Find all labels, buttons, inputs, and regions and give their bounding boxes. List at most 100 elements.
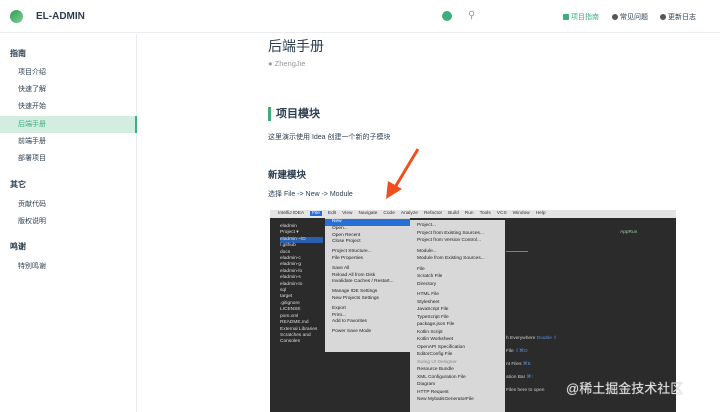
palette-icon[interactable] xyxy=(442,11,452,21)
new-menu-item: Project from Version Control... xyxy=(417,238,481,243)
new-menu-item: Module... xyxy=(417,248,437,254)
sidebar-group-thanks[interactable]: 鸣谢 xyxy=(10,241,26,252)
file-menu-item: New xyxy=(325,219,410,226)
ide-menu-item: Code xyxy=(383,211,395,216)
logo-icon[interactable] xyxy=(10,10,23,23)
new-menu-item: Resource Bundle xyxy=(417,367,454,372)
new-menu-item: Scratch File xyxy=(417,274,443,279)
sidebar-group-guide[interactable]: 指南 xyxy=(10,48,26,59)
sidebar-item[interactable]: 项目介绍 xyxy=(0,64,137,81)
hint-shortcut: ⌘↑ xyxy=(526,375,534,380)
ide-menu-item: IntelliJ IDEA xyxy=(278,211,305,216)
project-tree: eladmin Project ▾ eladmin ~/D/.github docs e… xyxy=(270,220,325,346)
hint-text: ation Bar xyxy=(506,375,526,380)
sidebar-item[interactable]: 贡献代码 xyxy=(0,196,137,213)
new-menu-item: OpenAPI Specification xyxy=(417,344,465,350)
tree-item: Scratches and Consoles xyxy=(280,332,311,345)
ide-menu-item: Help xyxy=(535,211,546,216)
hint-text: Files here to open xyxy=(506,388,545,393)
file-menu-item: Open... xyxy=(332,225,348,231)
hint-shortcut: ⇧⌘O xyxy=(515,349,528,354)
ide-menu-item: Navigate xyxy=(358,211,378,216)
tree-item: External Libraries xyxy=(280,326,318,332)
top-navbar: EL-ADMIN ⚲ 项目指南 常见问题 更新日志 xyxy=(0,0,720,33)
hint-text: File xyxy=(506,349,514,354)
ide-menu-item: Analyze xyxy=(400,211,418,216)
sidebar: 指南 项目介绍 快速了解 快速开始 后端手册 前端手册 部署项目 其它 贡献代码… xyxy=(0,34,137,412)
brand-name[interactable]: EL-ADMIN xyxy=(36,11,85,22)
info-icon xyxy=(612,14,618,20)
new-menu-item: New MybatisGeneratorFile xyxy=(417,397,474,402)
new-menu-item: Directory xyxy=(417,281,437,287)
file-menu-item: Project Structure... xyxy=(332,249,372,255)
file-menu-item: Manage IDE Settings xyxy=(332,289,378,295)
subsection-heading: 新建模块 xyxy=(268,170,307,181)
ide-menu-item: File xyxy=(310,211,322,216)
file-menu: New Open... Open Recent Close Project Projec… xyxy=(325,218,410,352)
paragraph: 选择 File -> New -> Module xyxy=(268,191,353,198)
sidebar-group-other[interactable]: 其它 xyxy=(10,179,26,190)
welcome-hint: nt Files ⌘E xyxy=(506,362,531,367)
ide-menu-item: Window xyxy=(512,211,530,216)
ide-menu-item: Refactor xyxy=(423,211,443,216)
file-menu-item: New Projects Settings xyxy=(332,295,379,301)
file-menu-item: Invalidate Caches / Restart... xyxy=(332,279,394,285)
page-title: 后端手册 xyxy=(268,38,324,54)
file-menu-item: Power Save Mode xyxy=(332,329,372,335)
hint-text: h Everywhere xyxy=(506,336,536,341)
new-menu-item: Module from Existing Sources... xyxy=(417,256,485,261)
ide-menu-item: Tools xyxy=(479,211,491,216)
nav-changelog[interactable]: 更新日志 xyxy=(660,12,696,22)
sidebar-item[interactable]: 快速开始 xyxy=(0,98,137,115)
ide-menu-item: Edit xyxy=(327,211,337,216)
file-menu-item: File Properties xyxy=(332,255,363,261)
new-submenu: Project... Project from Existing Sources.… xyxy=(410,220,505,412)
ide-menu-item: View xyxy=(342,211,353,216)
file-menu-item: Add to Favorites xyxy=(332,319,367,325)
new-menu-item: Project from Existing Sources... xyxy=(417,230,484,236)
new-menu-item: Stylesheet xyxy=(417,299,440,305)
sidebar-item-active[interactable]: 后端手册 xyxy=(0,116,137,133)
welcome-hint: Files here to open xyxy=(506,388,544,393)
welcome-hint: h Everywhere Double ⇧ xyxy=(506,336,557,341)
welcome-hint: File ⇧⌘O xyxy=(506,349,528,354)
author: ● ZhengJie xyxy=(268,59,306,68)
file-menu-item: Export xyxy=(332,305,346,311)
sidebar-item[interactable]: 版权说明 xyxy=(0,213,137,230)
watermark: @稀土掘金技术社区 xyxy=(566,381,684,396)
ide-menubar: IntelliJ IDEA File Edit View Navigate Code Ana… xyxy=(270,210,676,218)
new-menu-item: Kotlin Worksheet xyxy=(417,337,454,342)
file-menu-item: Save All xyxy=(332,265,350,271)
run-config: AppRun xyxy=(620,230,638,235)
new-menu-item: HTML File xyxy=(417,292,439,297)
user-icon: ● xyxy=(268,59,273,68)
new-menu-item: Diagram xyxy=(417,382,436,387)
ide-menu-item: Run xyxy=(464,211,474,216)
hint-shortcut: ⌘E xyxy=(522,362,531,367)
new-menu-item: Project... xyxy=(417,223,436,228)
new-menu-item: HTTP Request xyxy=(417,389,449,395)
new-menu-item: Swing UI Designer xyxy=(417,359,457,365)
new-menu-item: Kotlin Script xyxy=(417,329,443,335)
search-icon[interactable]: ⚲ xyxy=(468,10,475,21)
sidebar-item[interactable]: 特别鸣谢 xyxy=(0,258,137,275)
file-menu-item: Close Project xyxy=(332,239,361,245)
new-menu-item: File xyxy=(417,266,425,272)
welcome-hint: ation Bar ⌘↑ xyxy=(506,375,534,380)
red-arrow-annotation xyxy=(386,148,420,199)
sidebar-item[interactable]: 部署项目 xyxy=(0,150,137,167)
sidebar-item[interactable]: 前端手册 xyxy=(0,133,137,150)
book-icon xyxy=(563,14,569,20)
section-heading: 项目模块 xyxy=(268,107,320,121)
new-menu-item: package.json File xyxy=(417,322,455,327)
new-menu-item: EditorConfig File xyxy=(417,352,453,357)
red-underline-annotation xyxy=(506,251,528,252)
new-menu-item: TypeScript File xyxy=(417,314,449,320)
ide-menu-item: VCS xyxy=(496,211,507,216)
sidebar-item[interactable]: 快速了解 xyxy=(0,81,137,98)
hint-text: nt Files xyxy=(506,362,522,367)
ide-menu-item: Build xyxy=(448,211,459,216)
nav-faq[interactable]: 常见问题 xyxy=(612,12,648,22)
nav-guide[interactable]: 项目指南 xyxy=(563,12,599,22)
info-icon xyxy=(660,14,666,20)
